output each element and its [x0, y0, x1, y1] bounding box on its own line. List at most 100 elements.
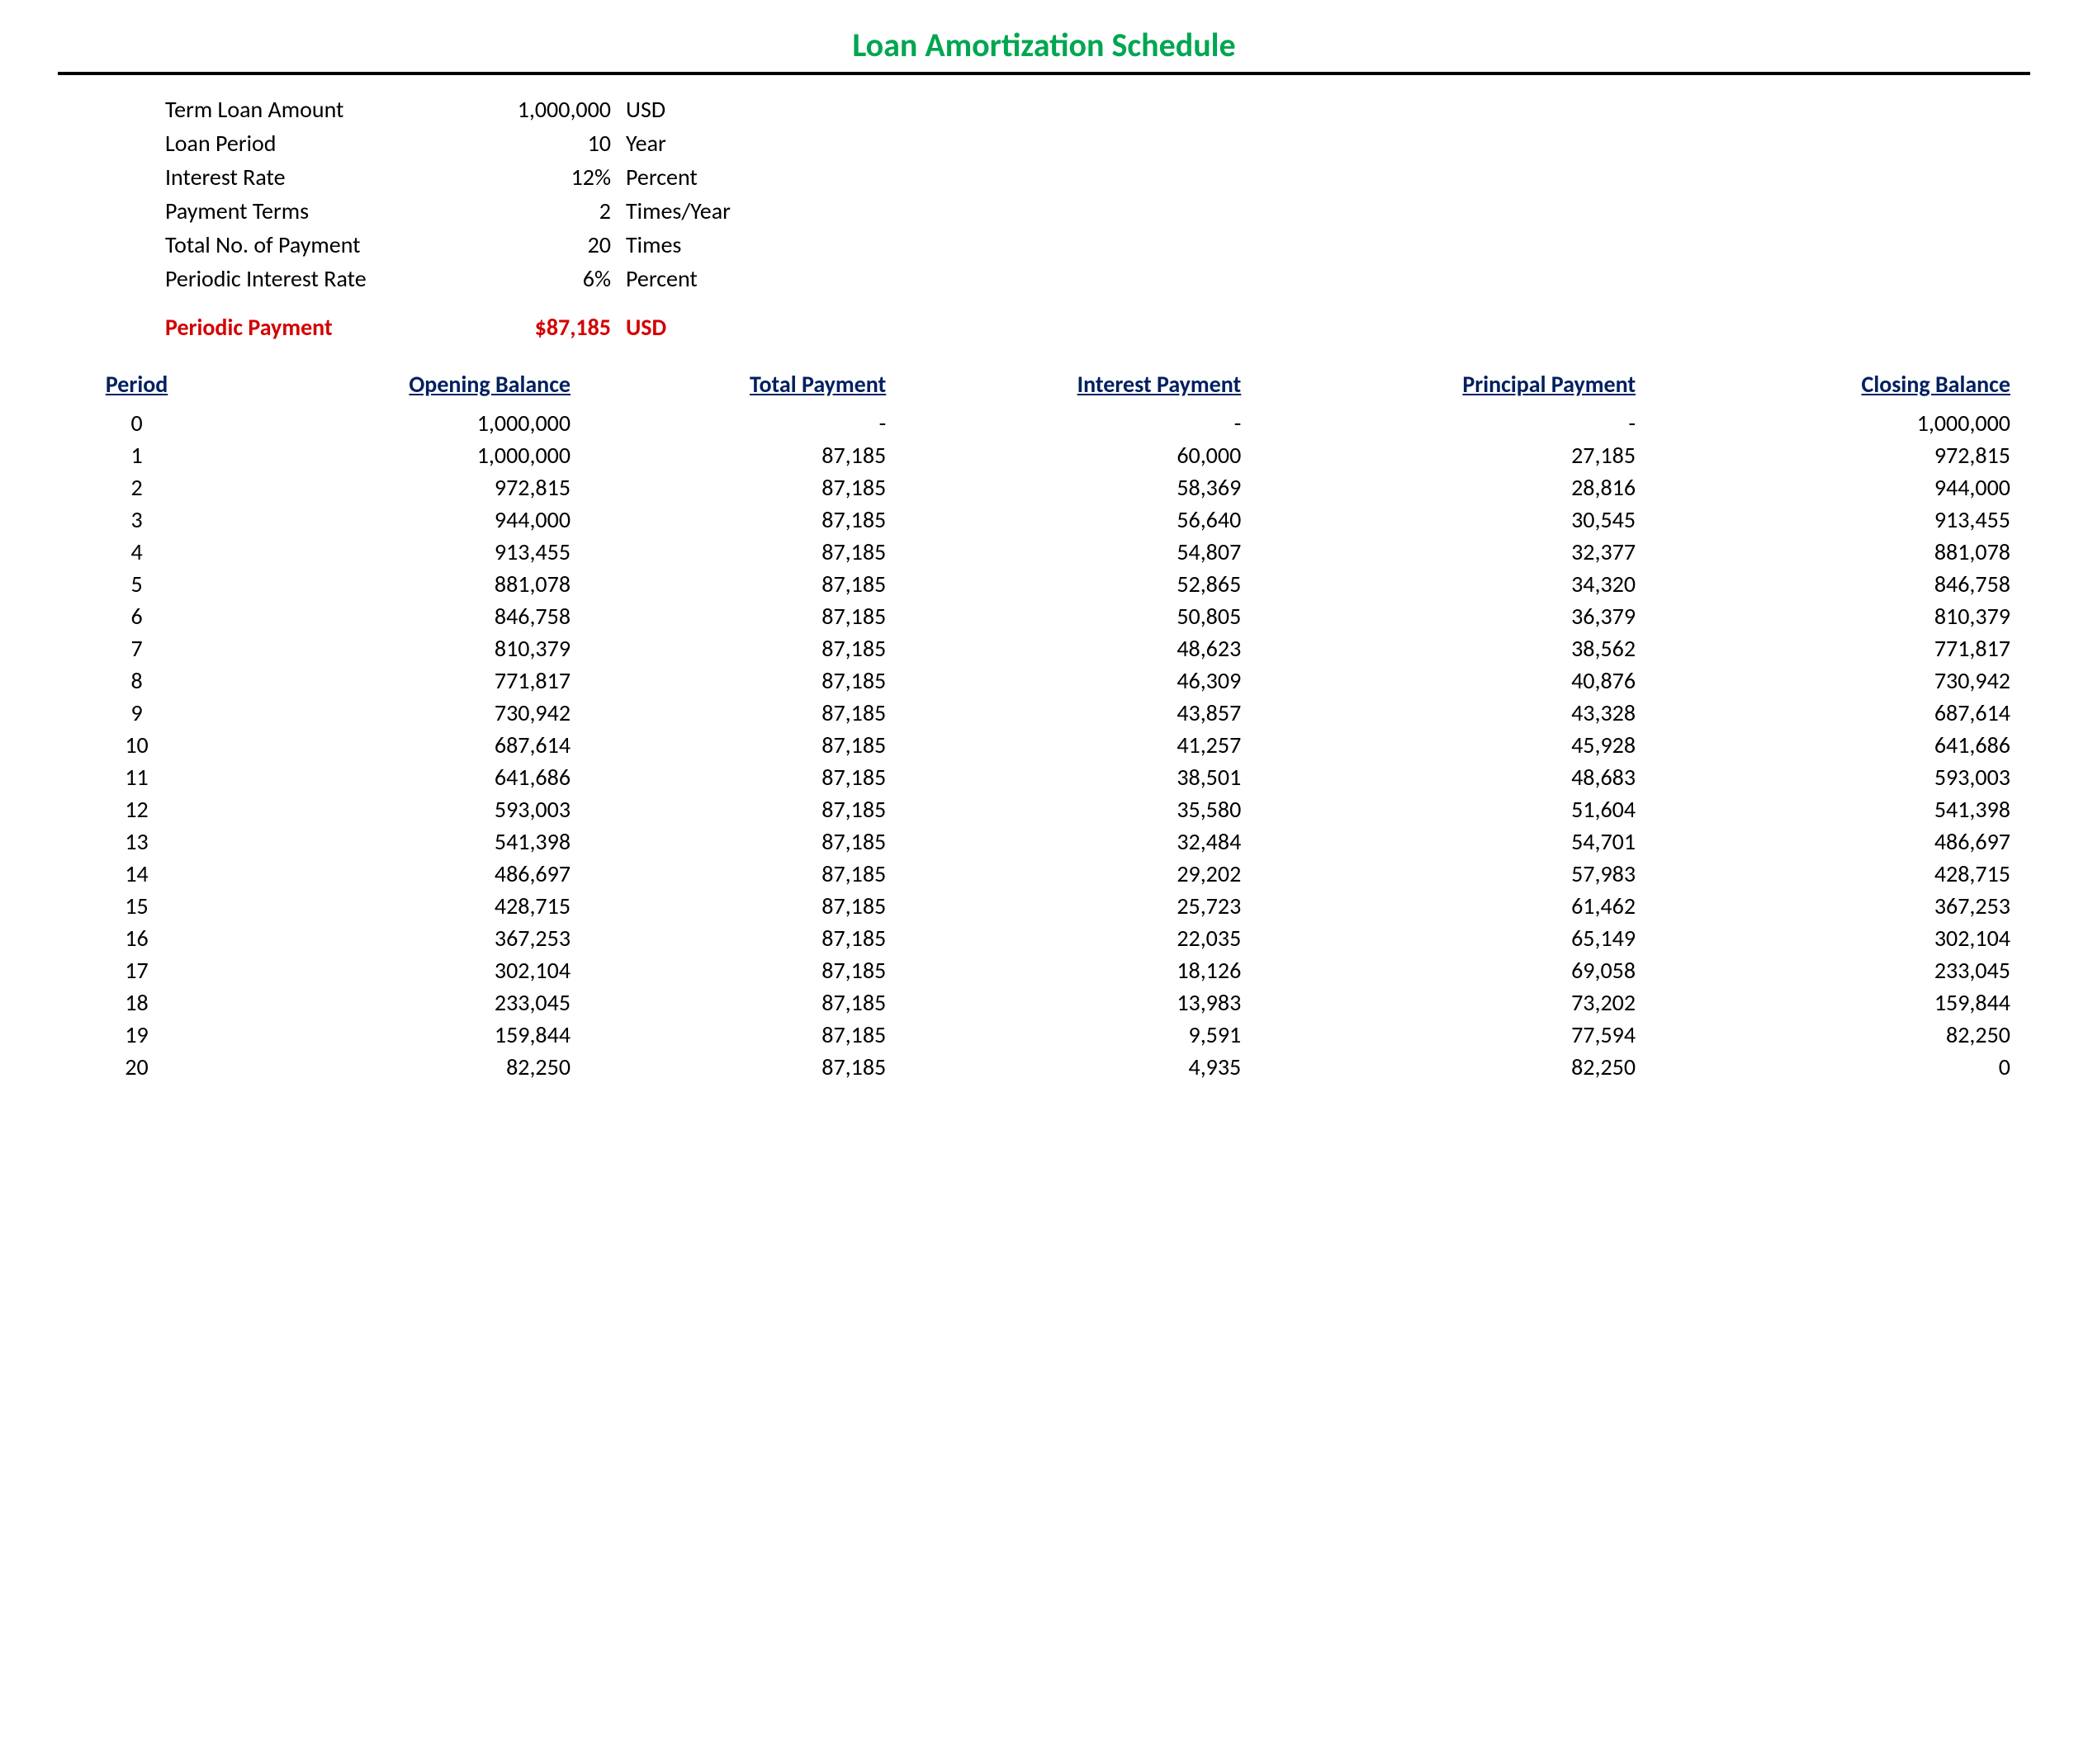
- cell-principal: 82,250: [1261, 1051, 1655, 1083]
- cell-closing: 486,697: [1655, 825, 2030, 858]
- cell-closing: 972,815: [1655, 439, 2030, 471]
- cell-total: 87,185: [590, 471, 906, 504]
- cell-opening: 428,715: [215, 890, 590, 922]
- cell-total: 87,185: [590, 439, 906, 471]
- cell-principal: 32,377: [1261, 536, 1655, 568]
- table-row: 4913,45587,18554,80732,377881,078: [58, 536, 2030, 568]
- cell-opening: 82,250: [215, 1051, 590, 1083]
- col-header-interest: Interest Payment: [906, 365, 1261, 407]
- amortization-table: Period Opening Balance Total Payment Int…: [58, 365, 2030, 1083]
- cell-interest: 35,580: [906, 793, 1261, 825]
- cell-opening: 302,104: [215, 954, 590, 986]
- cell-period: 8: [58, 664, 215, 697]
- cell-opening: 486,697: [215, 858, 590, 890]
- cell-opening: 972,815: [215, 471, 590, 504]
- cell-interest: 60,000: [906, 439, 1261, 471]
- summary-unit: Times: [619, 230, 826, 259]
- cell-period: 5: [58, 568, 215, 600]
- cell-period: 1: [58, 439, 215, 471]
- table-row: 16367,25387,18522,03565,149302,104: [58, 922, 2030, 954]
- cell-period: 3: [58, 504, 215, 536]
- periodic-payment-value: $87,185: [462, 313, 619, 342]
- table-header-row: Period Opening Balance Total Payment Int…: [58, 365, 2030, 407]
- cell-opening: 881,078: [215, 568, 590, 600]
- cell-opening: 687,614: [215, 729, 590, 761]
- cell-total: 87,185: [590, 793, 906, 825]
- cell-principal: 38,562: [1261, 632, 1655, 664]
- cell-opening: 641,686: [215, 761, 590, 793]
- periodic-payment-label: Periodic Payment: [165, 313, 462, 342]
- table-row: 19159,84487,1859,59177,59482,250: [58, 1019, 2030, 1051]
- table-row: 14486,69787,18529,20257,983428,715: [58, 858, 2030, 890]
- cell-principal: 28,816: [1261, 471, 1655, 504]
- cell-period: 10: [58, 729, 215, 761]
- summary-label: Term Loan Amount: [165, 95, 462, 124]
- cell-principal: 43,328: [1261, 697, 1655, 729]
- cell-closing: 233,045: [1655, 954, 2030, 986]
- cell-total: 87,185: [590, 1051, 906, 1083]
- cell-total: 87,185: [590, 600, 906, 632]
- cell-period: 15: [58, 890, 215, 922]
- table-row: 7810,37987,18548,62338,562771,817: [58, 632, 2030, 664]
- summary-label: Loan Period: [165, 129, 462, 158]
- table-row: 11641,68687,18538,50148,683593,003: [58, 761, 2030, 793]
- table-row: 5881,07887,18552,86534,320846,758: [58, 568, 2030, 600]
- table-row: 2972,81587,18558,36928,816944,000: [58, 471, 2030, 504]
- cell-closing: 367,253: [1655, 890, 2030, 922]
- cell-principal: 65,149: [1261, 922, 1655, 954]
- cell-principal: 61,462: [1261, 890, 1655, 922]
- cell-period: 19: [58, 1019, 215, 1051]
- cell-period: 9: [58, 697, 215, 729]
- cell-interest: 41,257: [906, 729, 1261, 761]
- summary-value: 1,000,000: [462, 95, 619, 124]
- cell-opening: 730,942: [215, 697, 590, 729]
- col-header-total: Total Payment: [590, 365, 906, 407]
- table-row: 15428,71587,18525,72361,462367,253: [58, 890, 2030, 922]
- summary-label: Payment Terms: [165, 196, 462, 225]
- cell-interest: 32,484: [906, 825, 1261, 858]
- summary-label: Periodic Interest Rate: [165, 264, 462, 293]
- cell-period: 4: [58, 536, 215, 568]
- table-row: 6846,75887,18550,80536,379810,379: [58, 600, 2030, 632]
- cell-closing: 913,455: [1655, 504, 2030, 536]
- loan-summary: Term Loan Amount1,000,000USDLoan Period1…: [165, 95, 2030, 293]
- summary-unit: Year: [619, 129, 826, 158]
- table-row: 8771,81787,18546,30940,876730,942: [58, 664, 2030, 697]
- cell-closing: 846,758: [1655, 568, 2030, 600]
- cell-period: 17: [58, 954, 215, 986]
- cell-interest: 9,591: [906, 1019, 1261, 1051]
- table-row: 10687,61487,18541,25745,928641,686: [58, 729, 2030, 761]
- cell-total: 87,185: [590, 858, 906, 890]
- cell-opening: 1,000,000: [215, 407, 590, 439]
- periodic-payment-unit: USD: [619, 313, 826, 342]
- table-row: 12593,00387,18535,58051,604541,398: [58, 793, 2030, 825]
- cell-closing: 944,000: [1655, 471, 2030, 504]
- summary-unit: USD: [619, 95, 826, 124]
- cell-interest: 38,501: [906, 761, 1261, 793]
- cell-principal: 34,320: [1261, 568, 1655, 600]
- cell-closing: 0: [1655, 1051, 2030, 1083]
- cell-closing: 687,614: [1655, 697, 2030, 729]
- cell-interest: 52,865: [906, 568, 1261, 600]
- cell-interest: 22,035: [906, 922, 1261, 954]
- cell-total: -: [590, 407, 906, 439]
- cell-closing: 159,844: [1655, 986, 2030, 1019]
- summary-value: 2: [462, 196, 619, 225]
- cell-opening: 159,844: [215, 1019, 590, 1051]
- cell-period: 6: [58, 600, 215, 632]
- cell-principal: 27,185: [1261, 439, 1655, 471]
- cell-opening: 233,045: [215, 986, 590, 1019]
- cell-opening: 367,253: [215, 922, 590, 954]
- cell-closing: 881,078: [1655, 536, 2030, 568]
- cell-period: 11: [58, 761, 215, 793]
- table-row: 9730,94287,18543,85743,328687,614: [58, 697, 2030, 729]
- title-divider: [58, 72, 2030, 75]
- cell-principal: 51,604: [1261, 793, 1655, 825]
- col-header-opening: Opening Balance: [215, 365, 590, 407]
- cell-closing: 593,003: [1655, 761, 2030, 793]
- cell-opening: 913,455: [215, 536, 590, 568]
- cell-interest: 18,126: [906, 954, 1261, 986]
- cell-total: 87,185: [590, 761, 906, 793]
- cell-interest: 48,623: [906, 632, 1261, 664]
- cell-total: 87,185: [590, 986, 906, 1019]
